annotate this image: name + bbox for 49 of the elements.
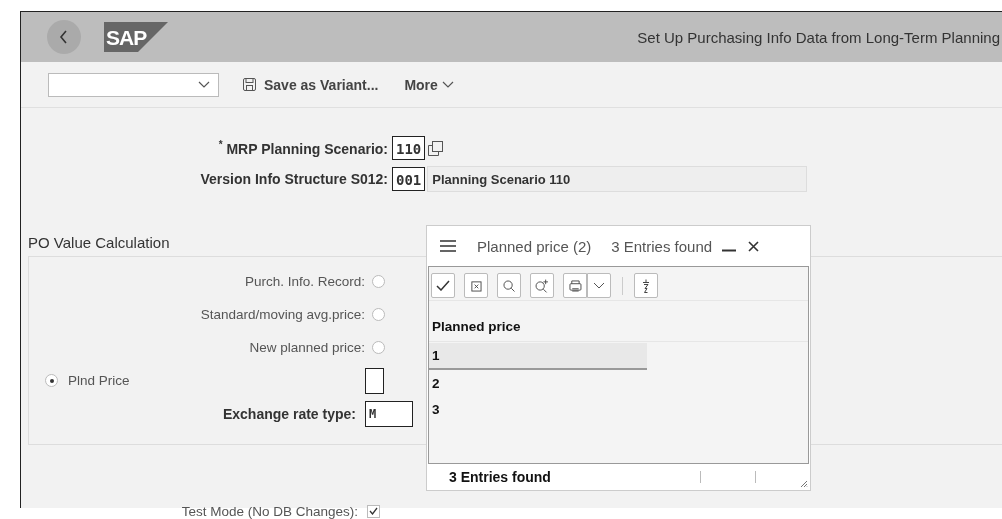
checkbox-label: Test Mode (No DB Changes): [180,503,358,519]
option-label: Standard/moving avg.price: [199,307,365,322]
table-row[interactable]: 3 [429,397,647,422]
close-icon[interactable] [748,240,760,252]
dialog-title: Planned price (2) [477,237,592,255]
field-label: Exchange rate type: [221,405,356,422]
status-text: 3 Entries found [449,469,552,485]
cancel-button[interactable] [464,273,488,298]
save-as-variant-button[interactable]: Save as Variant... [243,76,379,93]
entry-count: 3 Entries found [611,237,713,255]
option-label: Purch. Info. Record: [243,274,365,289]
table-row[interactable]: 2 [429,371,647,396]
save-icon [243,78,256,91]
menu-icon[interactable] [440,240,456,252]
description-field: Planning Scenario 110 [427,166,808,192]
input-field[interactable]: 001 [392,167,426,191]
option-label: Plnd Price [68,373,130,388]
chevron-down-icon [441,80,454,89]
search-button[interactable] [497,273,521,298]
resize-grip-icon[interactable] [800,480,808,488]
column-header: Planned price [429,313,808,342]
field-label: $^{*}$ MRP Planning Scenario: [217,139,389,157]
back-button[interactable] [47,20,81,54]
pin-button[interactable] [634,273,658,298]
checkmark-icon [436,280,450,291]
chevron-left-icon [59,30,69,44]
search-more-button[interactable] [530,273,554,298]
radio-button[interactable] [45,374,58,387]
chevron-down-icon [198,80,210,89]
print-button[interactable] [563,273,587,298]
radio-button[interactable] [372,308,385,321]
input-field[interactable] [365,367,384,394]
window-title: Set Up Purchasing Info Data from Long-Term Planning [637,28,1001,46]
chevron-down-icon [593,281,605,290]
option-label: New planned price: [248,340,365,355]
more-button[interactable]: More [404,76,454,93]
confirm-button[interactable] [431,273,455,298]
group-title: PO Value Calculation [28,234,170,251]
table-row[interactable]: 1 [429,343,647,370]
checkbox[interactable] [367,504,380,518]
input-field[interactable]: 110 [392,136,426,160]
checkmark-icon [369,507,378,515]
radio-button[interactable] [372,275,385,288]
logo: SAP [104,22,168,52]
radio-button[interactable] [372,341,385,354]
copy-icon[interactable] [428,140,444,156]
input-field[interactable]: M [365,400,413,427]
pin-icon [642,278,650,293]
field-label: Version Info Structure S012: [199,171,389,187]
